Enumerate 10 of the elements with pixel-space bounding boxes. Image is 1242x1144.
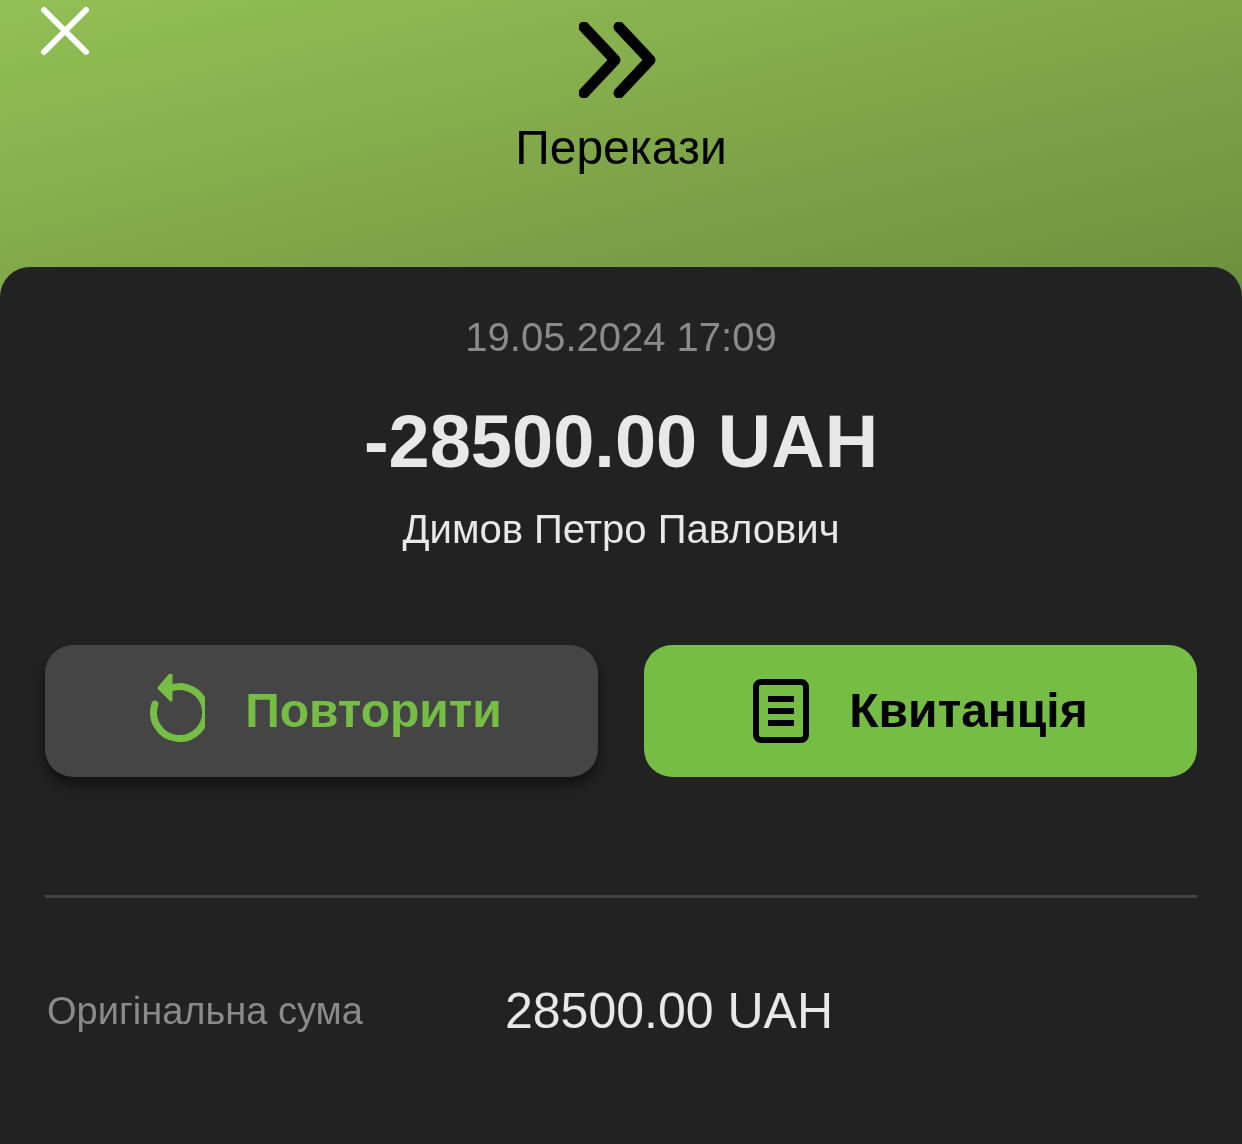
transaction-date: 19.05.2024 17:09 [465, 317, 777, 357]
detail-value: 28500.00 UAH [505, 986, 833, 1036]
close-icon[interactable] [40, 6, 90, 56]
transaction-amount: -28500.00 UAH [363, 405, 879, 479]
page-title: Перекази [515, 124, 727, 172]
receipt-button[interactable]: Квитанція [644, 645, 1197, 777]
detail-label: Оригінальна сума [46, 992, 364, 1030]
document-icon [753, 679, 810, 743]
recipient-name: Димов Петро Павлович [402, 509, 840, 549]
repeat-button[interactable]: Повторити [45, 645, 598, 777]
